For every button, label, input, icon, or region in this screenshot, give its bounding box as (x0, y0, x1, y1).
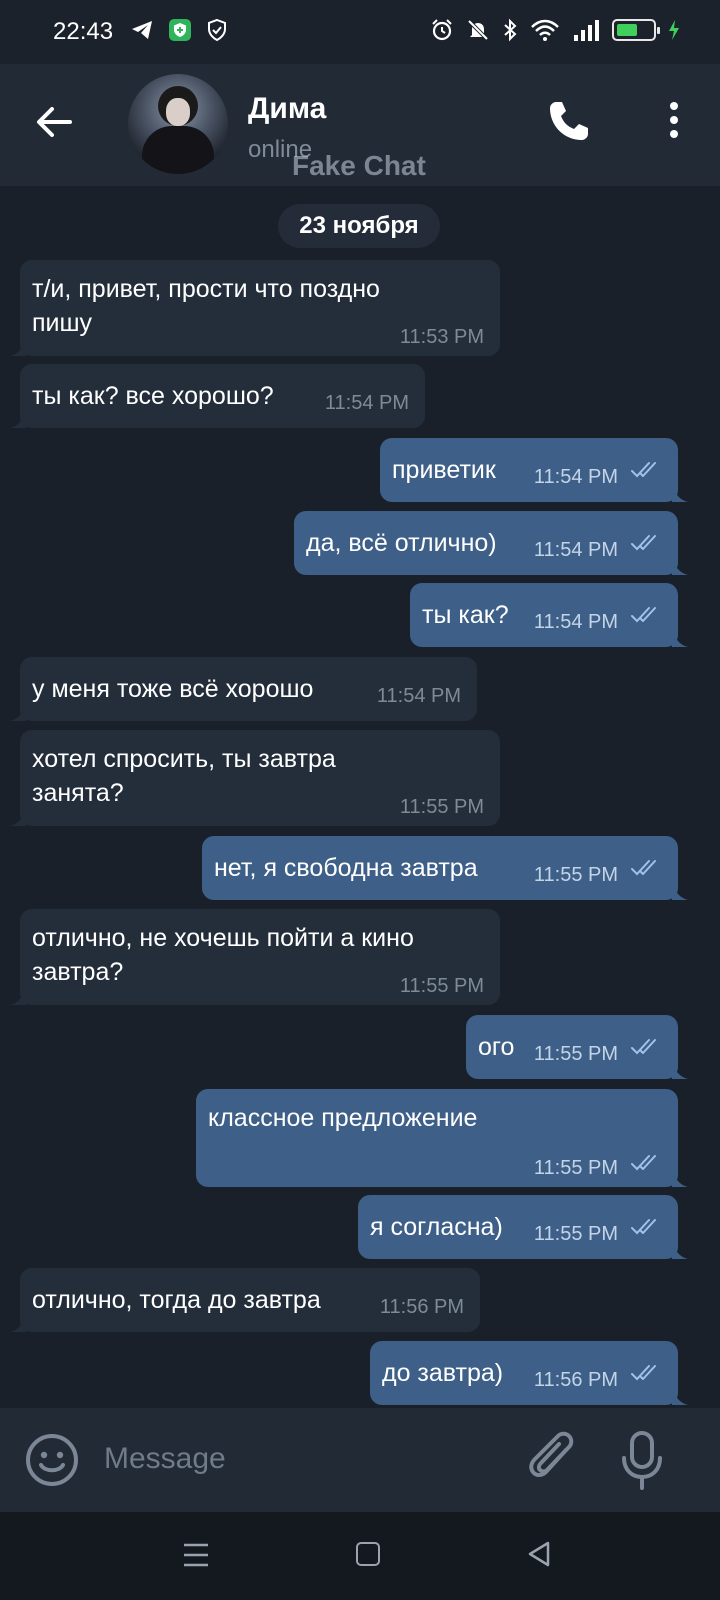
alarm-icon (432, 19, 452, 41)
microphone-icon[interactable] (618, 1430, 666, 1492)
incoming-message[interactable]: т/и, привет, прости что поздно пишу 11:53 … (10, 260, 500, 356)
outgoing-message[interactable]: классное предложение 11:55 PM (196, 1089, 688, 1187)
chat-header: Дима online Fake Chat (0, 64, 720, 186)
telegram-icon (132, 21, 152, 39)
double-check-icon (631, 462, 656, 478)
message-time: 11:55 PM (533, 1043, 618, 1065)
message-text: ты как? (422, 601, 509, 629)
bubble-tail (672, 880, 688, 900)
outgoing-message[interactable]: ты как? 11:54 PM (410, 583, 688, 647)
bubble-tail (10, 1312, 26, 1332)
message-text: классное предложение (208, 1104, 478, 1132)
incoming-message[interactable]: отлично, не хочешь пойти а кино завтра? 11… (10, 909, 500, 1005)
message-time: 11:54 PM (533, 539, 618, 561)
bubble-tail (10, 336, 26, 356)
message-input[interactable] (104, 1436, 494, 1482)
bubble-tail (672, 555, 688, 575)
status-bar: 22:43 (0, 0, 720, 64)
bubble-tail (672, 1167, 688, 1187)
message-text: да, всё отлично) (306, 529, 497, 557)
outgoing-message[interactable]: я согласна) 11:55 PM (358, 1195, 688, 1259)
message-text: ты как? все хорошо? (32, 382, 274, 410)
incoming-message[interactable]: у меня тоже всё хорошо 11:54 PM (10, 657, 477, 721)
message-text: т/и, привет, прости что поздно (32, 275, 380, 303)
message-time: 11:55 PM (533, 1223, 618, 1245)
double-check-icon (631, 860, 656, 876)
message-time: 11:55 PM (533, 864, 618, 886)
bubble-tail (10, 806, 26, 826)
bubble-tail (672, 1239, 688, 1259)
mute-icon (467, 19, 489, 41)
battery-icon (612, 19, 660, 41)
home-icon[interactable] (356, 1542, 380, 1566)
double-check-icon (631, 1155, 656, 1171)
message-time: 11:54 PM (533, 611, 618, 633)
incoming-message[interactable]: отлично, тогда до завтра 11:56 PM (10, 1268, 480, 1332)
message-text: нет, я свободна завтра (214, 854, 478, 882)
bubble-tail (672, 482, 688, 502)
incoming-message[interactable]: ты как? все хорошо? 11:54 PM (10, 364, 425, 428)
bubble-tail (672, 627, 688, 647)
nav-back-icon[interactable] (526, 1540, 552, 1568)
contact-name[interactable]: Дима (248, 92, 326, 126)
message-text: приветик (392, 456, 496, 484)
outgoing-message[interactable]: ого 11:55 PM (466, 1015, 688, 1079)
avatar[interactable] (128, 74, 228, 174)
message-text-line2: завтра? (32, 958, 124, 986)
message-text: до завтра) (382, 1359, 504, 1387)
message-text: хотел спросить, ты завтра (32, 745, 336, 773)
paperclip-icon[interactable] (526, 1430, 582, 1490)
bubble-tail (672, 1059, 688, 1079)
outgoing-message[interactable]: до завтра) 11:56 PM (370, 1341, 688, 1405)
message-time: 11:56 PM (379, 1296, 464, 1318)
bubble-tail (672, 1385, 688, 1405)
message-text: отлично, не хочешь пойти а кино (32, 924, 414, 952)
message-text: я согласна) (370, 1213, 503, 1241)
status-time: 22:43 (53, 18, 114, 45)
phone-icon[interactable] (546, 98, 592, 144)
bubble-tail (10, 985, 26, 1005)
message-time: 11:56 PM (533, 1369, 618, 1391)
message-time: 11:55 PM (399, 975, 484, 997)
double-check-icon (631, 535, 656, 551)
outgoing-message[interactable]: нет, я свободна завтра 11:55 PM (202, 836, 688, 900)
shield-check-icon (208, 18, 226, 42)
message-time: 11:55 PM (399, 796, 484, 818)
shield-app-icon (169, 19, 191, 41)
recent-apps-icon[interactable] (182, 1542, 210, 1568)
message-time: 11:55 PM (533, 1157, 618, 1179)
message-text: у меня тоже всё хорошо (32, 675, 314, 703)
outgoing-message[interactable]: да, всё отлично) 11:54 PM (294, 511, 688, 575)
more-menu-icon[interactable] (664, 102, 684, 142)
date-separator: 23 ноября (278, 204, 440, 248)
outgoing-message[interactable]: приветик 11:54 PM (380, 438, 688, 502)
message-text: отлично, тогда до завтра (32, 1286, 321, 1314)
system-nav-bar (0, 1512, 720, 1600)
wifi-icon (531, 19, 559, 41)
charging-icon (669, 20, 679, 40)
back-arrow-icon[interactable] (30, 98, 78, 146)
watermark: Fake Chat (292, 150, 426, 181)
bubble-tail (10, 408, 26, 428)
double-check-icon (631, 1219, 656, 1235)
incoming-message[interactable]: хотел спросить, ты завтра занята? 11:55 PM (10, 730, 500, 826)
message-text: ого (478, 1033, 515, 1061)
message-time: 11:54 PM (376, 685, 461, 707)
message-time: 11:53 PM (399, 326, 484, 348)
signal-icon (574, 20, 599, 41)
message-text-line2: пишу (32, 309, 93, 337)
double-check-icon (631, 1365, 656, 1381)
bubble-tail (10, 701, 26, 721)
message-time: 11:54 PM (324, 392, 409, 414)
composer-bar (0, 1408, 720, 1512)
double-check-icon (631, 1039, 656, 1055)
message-text-line2: занята? (32, 779, 124, 807)
emoji-icon[interactable] (24, 1432, 80, 1488)
bluetooth-icon (504, 18, 517, 42)
double-check-icon (631, 607, 656, 623)
message-time: 11:54 PM (533, 466, 618, 488)
